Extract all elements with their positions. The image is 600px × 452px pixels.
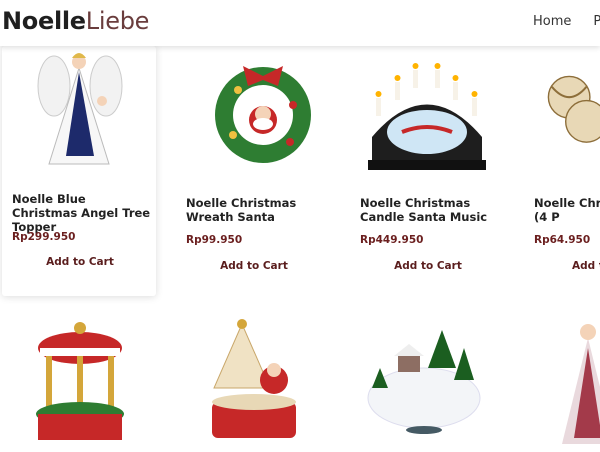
nav-home[interactable]: Home	[533, 14, 571, 29]
site-header: NoelleLiebe Home Pl	[0, 0, 600, 46]
candle-santa-music-image[interactable]	[362, 52, 492, 182]
angel-tree-topper-image[interactable]	[14, 46, 144, 176]
site-logo[interactable]: NoelleLiebe	[2, 7, 149, 35]
product-card[interactable]: Noelle Chris Toys Set (4 P Rp64.950 Add …	[524, 46, 600, 294]
product-name[interactable]: Noelle Chris Toys Set (4 P	[534, 196, 600, 224]
product-name[interactable]: Noelle Christmas Candle Santa Music	[360, 196, 500, 224]
carousel-music-box-image[interactable]	[20, 318, 140, 448]
product-price: Rp99.950	[186, 234, 243, 246]
add-to-cart-button[interactable]: Add to Cart	[176, 260, 332, 272]
nav-pl[interactable]: Pl	[593, 14, 600, 29]
product-card[interactable]: Noelle Christmas Candle Santa Music Rp44…	[350, 46, 500, 294]
add-to-cart-button[interactable]: Add to Cart	[350, 260, 506, 272]
tree-santa-music-box-image[interactable]	[194, 318, 314, 448]
product-price: Rp299.950	[12, 231, 76, 243]
toys-set-image[interactable]	[538, 66, 600, 156]
product-card[interactable]: Noelle Christmas Wreath Santa Rp99.950 A…	[176, 46, 326, 294]
logo-part2: Liebe	[85, 7, 150, 35]
product-name[interactable]: Noelle Christmas Wreath Santa	[186, 196, 326, 224]
product-name[interactable]: Noelle Blue Christmas Angel Tree Topper	[12, 192, 152, 234]
product-price: Rp64.950	[534, 234, 591, 246]
angel-figure-image[interactable]	[558, 318, 600, 448]
product-card[interactable]: Noelle Blue Christmas Angel Tree Topper …	[2, 46, 156, 296]
top-nav: Home Pl	[533, 14, 600, 29]
add-to-cart-button[interactable]: Add to Cart	[2, 256, 158, 268]
product-price: Rp449.950	[360, 234, 424, 246]
snow-village-image[interactable]	[364, 318, 484, 448]
add-to-cart-button[interactable]: Add t	[572, 260, 600, 272]
wreath-santa-image[interactable]	[198, 50, 328, 180]
logo-part1: Noelle	[2, 7, 86, 35]
